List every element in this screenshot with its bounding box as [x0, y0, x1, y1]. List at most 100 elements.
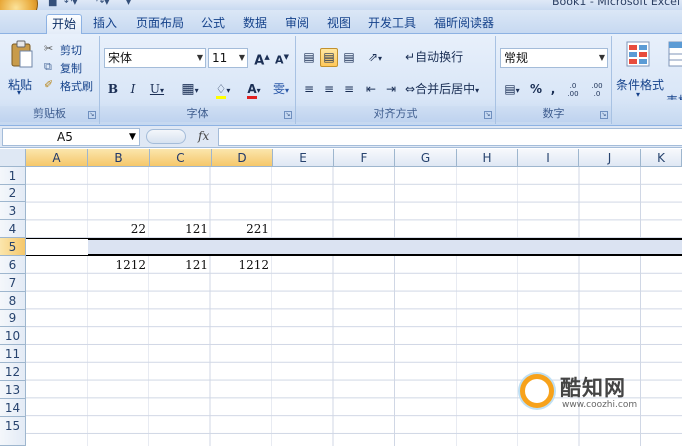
column-header-i[interactable]: I [518, 149, 579, 167]
row-header-15[interactable]: 15 [0, 417, 26, 446]
insert-function-button[interactable]: fx [198, 129, 209, 143]
tab-view[interactable]: 视图 [322, 14, 356, 34]
name-box[interactable]: A5 ▼ [2, 128, 140, 146]
row-header-4[interactable]: 4 [0, 220, 26, 238]
fill-color-button[interactable]: ♢▾ [208, 80, 238, 99]
row-header-14[interactable]: 14 [0, 399, 26, 417]
column-header-j[interactable]: J [579, 149, 641, 167]
increase-decimal-button[interactable]: .0 .00 [562, 80, 584, 99]
align-left-button[interactable]: ≡ [300, 80, 318, 99]
cell-d4[interactable]: 221 [212, 221, 273, 238]
formula-input[interactable] [218, 128, 682, 146]
tab-insert[interactable]: 插入 [88, 14, 122, 34]
row-header-8[interactable]: 8 [0, 292, 26, 310]
align-right-button[interactable]: ≡ [340, 80, 358, 99]
column-header-d[interactable]: D [212, 149, 273, 167]
active-cell-a5[interactable] [26, 239, 88, 255]
dropdown-arrow-icon: ▾ [194, 86, 199, 95]
wrap-text-button[interactable]: ↵自动换行 [404, 48, 488, 67]
font-group-label: 字体 [100, 106, 295, 122]
dropdown-arrow-icon: ▼ [196, 53, 203, 62]
format-as-table-button[interactable]: 表格 [666, 40, 682, 100]
phonetic-label: 雯 [272, 82, 285, 96]
font-color-label: A [247, 82, 257, 99]
decrease-decimal-button[interactable]: .00 .0 [586, 80, 608, 99]
tab-formulas[interactable]: 公式 [196, 14, 230, 34]
customize-quick-access-icon[interactable]: ▾ [126, 0, 131, 9]
paste-button[interactable]: 粘贴 ▾ [6, 40, 38, 98]
percent-button[interactable]: % [528, 80, 544, 99]
row-header-6[interactable]: 6 [0, 256, 26, 274]
column-header-e[interactable]: E [273, 149, 334, 167]
number-format-combo[interactable]: 常规 ▼ [500, 48, 608, 68]
row-header-9[interactable]: 9 [0, 310, 26, 327]
font-size-combo[interactable]: 11 ▼ [208, 48, 248, 68]
format-painter-button[interactable]: ✐ 格式刷 [44, 78, 100, 94]
italic-button[interactable]: I [124, 80, 142, 99]
copy-button[interactable]: ⧉ 复制 [44, 60, 96, 76]
font-launcher-icon[interactable]: ↘ [284, 111, 292, 119]
alignment-launcher-icon[interactable]: ↘ [484, 111, 492, 119]
cut-button[interactable]: ✂ 剪切 [44, 42, 96, 58]
table-format-icon [668, 41, 682, 67]
shrink-font-button[interactable]: A▼ [272, 48, 292, 67]
row-header-11[interactable]: 11 [0, 345, 26, 363]
grow-font-button[interactable]: A▲ [252, 48, 272, 68]
tab-page-layout[interactable]: 页面布局 [130, 14, 190, 34]
align-top-button[interactable]: ▤ [300, 48, 318, 67]
cell-b6[interactable]: 1212 [88, 257, 150, 274]
row-header-1[interactable]: 1 [0, 167, 26, 185]
formula-bar-splitter[interactable] [146, 129, 186, 144]
undo-icon[interactable]: ↶▾ [64, 0, 77, 9]
row-header-5[interactable]: 5 [0, 238, 26, 256]
row-header-10[interactable]: 10 [0, 327, 26, 345]
cell-d6[interactable]: 1212 [212, 257, 273, 274]
column-header-k[interactable]: K [641, 149, 682, 167]
tab-data[interactable]: 数据 [238, 14, 272, 34]
select-all-corner[interactable] [0, 149, 26, 167]
column-header-f[interactable]: F [334, 149, 395, 167]
font-color-button[interactable]: A▾ [240, 80, 268, 99]
tab-home[interactable]: 开始 [46, 14, 82, 34]
increase-indent-button[interactable]: ⇥ [382, 80, 400, 99]
cell-c6[interactable]: 121 [150, 257, 212, 274]
column-header-g[interactable]: G [395, 149, 457, 167]
clipboard-launcher-icon[interactable]: ↘ [88, 111, 96, 119]
orientation-button[interactable]: ⇗▾ [362, 48, 388, 67]
align-middle-button[interactable]: ▤ [320, 48, 338, 67]
borders-button[interactable]: ▦▾ [176, 80, 204, 99]
row-header-7[interactable]: 7 [0, 274, 26, 292]
column-header-c[interactable]: C [150, 149, 212, 167]
tab-review[interactable]: 审阅 [280, 14, 314, 34]
merge-center-button[interactable]: ⇔合并后居中▾ [404, 80, 494, 99]
column-header-a[interactable]: A [26, 149, 88, 167]
phonetic-button[interactable]: 雯▾ [268, 80, 294, 99]
row-header-13[interactable]: 13 [0, 381, 26, 399]
name-box-dropdown-icon[interactable]: ▼ [129, 129, 136, 145]
column-header-h[interactable]: H [457, 149, 518, 167]
decrease-indent-button[interactable]: ⇤ [362, 80, 380, 99]
column-header-b[interactable]: B [88, 149, 150, 167]
row-header-3[interactable]: 3 [0, 202, 26, 220]
comma-button[interactable]: , [546, 80, 560, 99]
number-launcher-icon[interactable]: ↘ [600, 111, 608, 119]
accounting-format-button[interactable]: ▤▾ [498, 80, 526, 99]
tab-foxit-reader[interactable]: 福昕阅读器 [428, 14, 500, 34]
align-center-button[interactable]: ≡ [320, 80, 338, 99]
font-name-combo[interactable]: 宋体 ▼ [104, 48, 206, 68]
conditional-format-button[interactable]: 条件格式 ▾ [614, 40, 666, 100]
cell-b4[interactable]: 22 [88, 221, 150, 238]
tab-developer[interactable]: 开发工具 [362, 14, 422, 34]
underline-button[interactable]: U▾ [144, 80, 170, 99]
cell-c4[interactable]: 121 [150, 221, 212, 238]
office-button[interactable] [0, 0, 38, 10]
group-alignment: ▤ ▤ ▤ ⇗▾ ≡ ≡ ≡ ⇤ ⇥ ↵自动换行 ⇔合并后居中▾ 对齐方式 ↘ [296, 36, 496, 124]
bold-button[interactable]: B [104, 80, 122, 99]
row-header-12[interactable]: 12 [0, 363, 26, 381]
redo-icon[interactable]: ↷▾ [96, 0, 109, 9]
watermark-title: 酷知网 [560, 376, 626, 400]
align-bottom-button[interactable]: ▤ [340, 48, 358, 67]
row-header-2[interactable]: 2 [0, 185, 26, 202]
save-icon[interactable]: ■ [48, 0, 57, 9]
selected-row-5[interactable] [26, 238, 682, 256]
